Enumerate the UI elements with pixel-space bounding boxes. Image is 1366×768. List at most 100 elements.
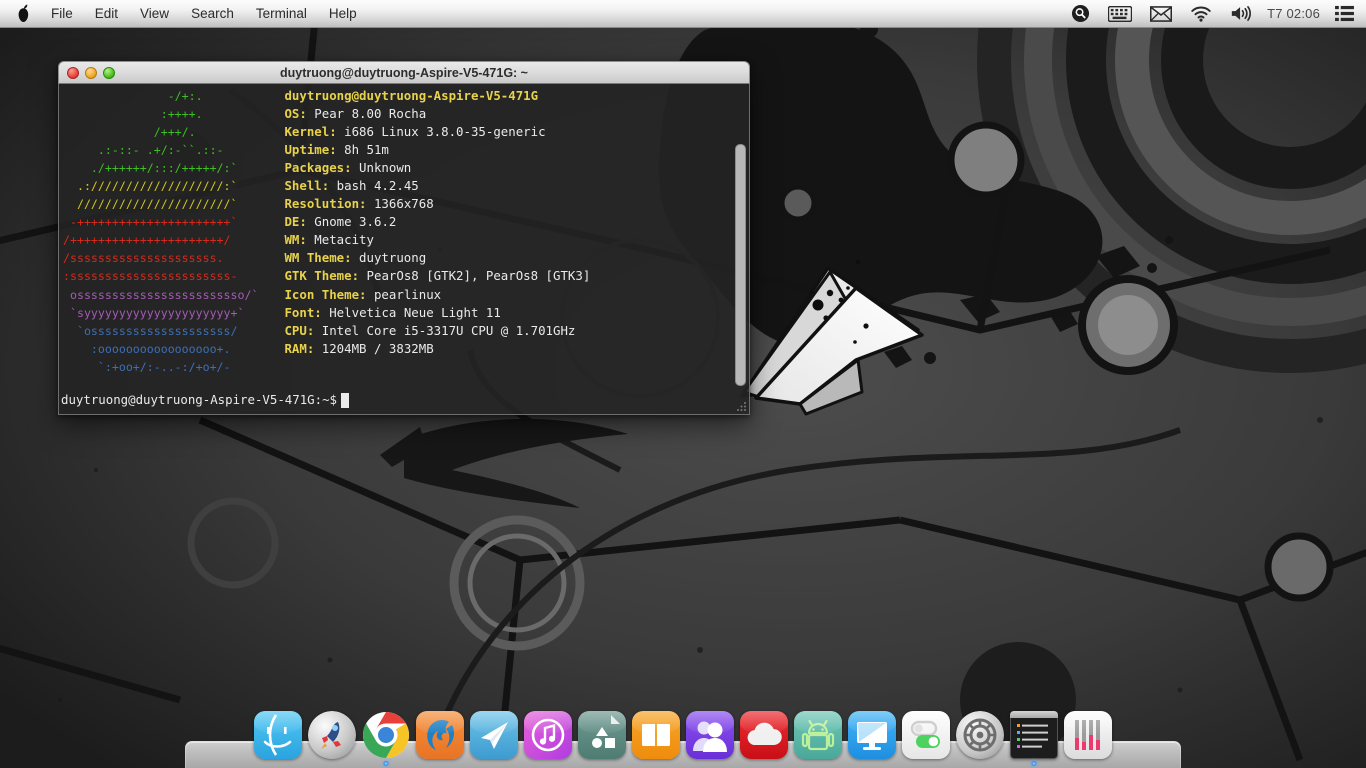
pear-logo-icon[interactable] bbox=[0, 4, 40, 23]
info-row: Resolution: 1366x768 bbox=[284, 195, 590, 213]
pear-logo-glyph bbox=[18, 4, 28, 22]
dock-system-monitor[interactable] bbox=[1064, 711, 1112, 759]
info-row: OS: Pear 8.00 Rocha bbox=[284, 105, 590, 123]
ascii-art-line: /++++++++++++++++++++++/ bbox=[63, 233, 231, 248]
dock-telegram[interactable] bbox=[470, 711, 518, 759]
resize-grip-icon[interactable] bbox=[735, 400, 747, 412]
terminal-output: -/+:. :++++. /+++/. .:-::- .+/:-``.::- .… bbox=[59, 87, 749, 389]
info-row: RAM: 1204MB / 3832MB bbox=[284, 340, 590, 358]
menu-help[interactable]: Help bbox=[318, 0, 368, 28]
dock-system-prefs[interactable] bbox=[956, 711, 1004, 759]
dock-itunes[interactable] bbox=[524, 711, 572, 759]
volume-icon[interactable] bbox=[1221, 0, 1261, 28]
search-icon[interactable] bbox=[1062, 0, 1099, 28]
ascii-art-line: :sssssssssssssssssssssss- bbox=[63, 269, 238, 284]
dock-preview[interactable] bbox=[578, 711, 626, 759]
list-menu-glyph bbox=[1335, 5, 1354, 22]
close-button[interactable] bbox=[67, 66, 79, 79]
dock[interactable] bbox=[185, 708, 1181, 768]
dock-terminal[interactable] bbox=[1010, 711, 1058, 766]
terminal-titlebar[interactable]: duytruong@duytruong-Aspire-V5-471G: ~ bbox=[58, 61, 750, 84]
info-row: Icon Theme: pearlinux bbox=[284, 286, 590, 304]
info-key: CPU: bbox=[284, 322, 315, 338]
desktop-screen: File Edit View Search Terminal Help T7 0… bbox=[0, 0, 1366, 768]
monitor-glyph bbox=[857, 722, 887, 750]
chrome-glyph bbox=[363, 712, 409, 758]
info-value: Pear 8.00 Rocha bbox=[306, 106, 427, 122]
dock-icloud[interactable] bbox=[740, 711, 788, 759]
terminal-body[interactable]: -/+:. :++++. /+++/. .:-::- .+/:-``.::- .… bbox=[58, 84, 750, 415]
dock-chrome[interactable] bbox=[362, 711, 410, 766]
info-row: Font: Helvetica Neue Light 11 bbox=[284, 304, 590, 322]
terminal-cursor bbox=[341, 392, 350, 408]
info-value: Unknown bbox=[351, 160, 412, 176]
info-row: WM Theme: duytruong bbox=[284, 249, 590, 267]
cloud-glyph bbox=[747, 722, 782, 745]
menu-terminal[interactable]: Terminal bbox=[245, 0, 318, 28]
shapes-glyph bbox=[592, 715, 620, 748]
telegram-icon bbox=[470, 711, 518, 759]
terminal-lines-glyph bbox=[1017, 724, 1048, 748]
terminal-scrollbar[interactable] bbox=[735, 144, 746, 386]
ascii-art-line: //////////////////////` bbox=[76, 197, 238, 212]
dock-contacts[interactable] bbox=[686, 711, 734, 759]
firefox-icon bbox=[416, 711, 464, 759]
keyboard-icon[interactable] bbox=[1099, 0, 1141, 28]
info-value: 1366x768 bbox=[366, 196, 434, 212]
info-row: Uptime: 8h 51m bbox=[284, 141, 590, 159]
wifi-icon[interactable] bbox=[1181, 0, 1221, 28]
dock-ibooks[interactable] bbox=[632, 711, 680, 759]
paper-plane-glyph bbox=[481, 722, 508, 749]
info-key: Packages: bbox=[284, 160, 352, 176]
info-row: Packages: Unknown bbox=[284, 159, 590, 177]
dock-toggles[interactable] bbox=[902, 711, 950, 759]
dock-finder[interactable] bbox=[254, 711, 302, 759]
menu-edit[interactable]: Edit bbox=[84, 0, 129, 28]
minimize-button[interactable] bbox=[85, 66, 97, 79]
menu-search[interactable]: Search bbox=[180, 0, 245, 28]
displays-icon bbox=[848, 711, 896, 759]
running-indicator-terminal bbox=[1031, 761, 1037, 766]
menu-bar: File Edit View Search Terminal Help T7 0… bbox=[0, 0, 1366, 28]
ascii-art-line: ossssssssssssssssssssssso/` bbox=[69, 287, 259, 302]
mail-icon[interactable] bbox=[1141, 0, 1181, 28]
chrome-icon bbox=[362, 711, 410, 759]
info-key: WM: bbox=[284, 232, 307, 248]
menu-view[interactable]: View bbox=[129, 0, 180, 28]
ascii-art-line: :++++. bbox=[160, 107, 203, 122]
ascii-art-line: -/+:. bbox=[167, 89, 203, 103]
ascii-art-line: .:///////////////////:` bbox=[76, 179, 238, 194]
system-preferences-icon bbox=[956, 711, 1004, 759]
menu-file[interactable]: File bbox=[40, 0, 84, 28]
list-menu-icon[interactable] bbox=[1326, 0, 1366, 28]
dock-displays[interactable] bbox=[848, 711, 896, 759]
ascii-art-line: `:+oo+/:-..-:/+o+/- bbox=[97, 359, 231, 374]
finder-glyph bbox=[263, 714, 292, 756]
prompt-text: duytruong@duytruong-Aspire-V5-471G:~$ bbox=[61, 392, 338, 407]
info-key: Shell: bbox=[284, 178, 330, 194]
android-glyph bbox=[801, 719, 835, 751]
info-value: bash 4.2.45 bbox=[329, 178, 419, 194]
window-controls bbox=[59, 66, 115, 79]
maximize-button[interactable] bbox=[103, 66, 115, 79]
info-value: 1204MB / 3832MB bbox=[314, 340, 434, 356]
info-key: Icon Theme: bbox=[284, 286, 367, 302]
menubar-clock[interactable]: T7 02:06 bbox=[1261, 6, 1326, 21]
info-key: Resolution: bbox=[284, 196, 367, 212]
terminal-window[interactable]: duytruong@duytruong-Aspire-V5-471G: ~ -/… bbox=[58, 61, 750, 415]
info-value: pearlinux bbox=[366, 286, 442, 302]
info-value: Metacity bbox=[306, 232, 374, 248]
dock-launchpad[interactable] bbox=[308, 711, 356, 759]
search-glyph bbox=[1072, 4, 1090, 23]
running-indicator-chrome bbox=[383, 761, 389, 766]
dock-android[interactable] bbox=[794, 711, 842, 759]
bar-meter-glyph bbox=[1075, 720, 1100, 750]
info-key: GTK Theme: bbox=[284, 268, 360, 284]
system-info-block: duytruong@duytruong-Aspire-V5-471G OS: Pe… bbox=[258, 87, 590, 389]
dock-firefox[interactable] bbox=[416, 711, 464, 759]
system-monitor-icon bbox=[1064, 711, 1112, 759]
ascii-art-line: .:-::- .+/:-``.::- bbox=[97, 143, 224, 158]
finder-icon bbox=[254, 711, 302, 759]
switch-glyph bbox=[910, 720, 940, 748]
info-value: PearOs8 [GTK2], PearOs8 [GTK3] bbox=[359, 268, 591, 284]
